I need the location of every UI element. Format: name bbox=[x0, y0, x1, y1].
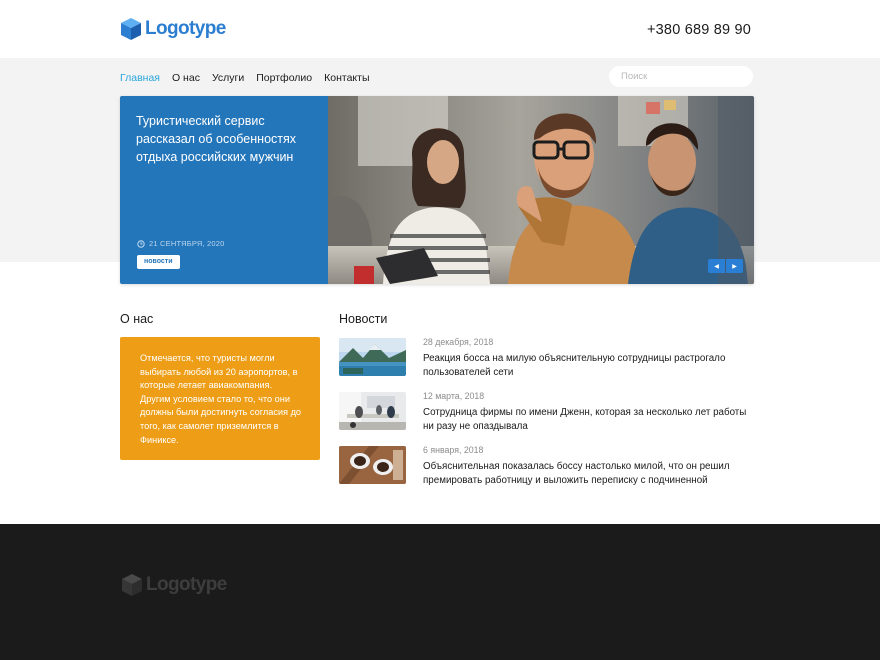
slide-date-text: 21 СЕНТЯБРЯ, 2020 bbox=[149, 239, 225, 248]
slide-photo bbox=[328, 96, 754, 284]
triangle-left-icon: ◀ bbox=[714, 263, 719, 270]
news-date: 28 декабря, 2018 bbox=[423, 337, 494, 347]
search-input[interactable] bbox=[609, 66, 753, 87]
news-headline[interactable]: Объяснительная показалась боссу настольк… bbox=[423, 460, 758, 488]
main-nav: Главная О нас Услуги Портфолио Контакты bbox=[120, 72, 370, 84]
news-item[interactable]: 6 января, 2018 Объяснительная показалась… bbox=[339, 445, 759, 499]
logo-text: Logotype bbox=[145, 18, 226, 39]
nav-item-portfolio[interactable]: Портфолио bbox=[256, 72, 312, 84]
news-item[interactable]: 12 марта, 2018 Сотрудница фирмы по имени… bbox=[339, 391, 759, 445]
news-date: 6 января, 2018 bbox=[423, 445, 484, 455]
slide-text-panel: Туристический сервис рассказал об особен… bbox=[120, 96, 328, 284]
news-date: 12 марта, 2018 bbox=[423, 391, 485, 401]
clock-icon bbox=[137, 239, 145, 248]
news-headline[interactable]: Реакция босса на милую объяснительную со… bbox=[423, 352, 758, 380]
triangle-right-icon: ▶ bbox=[732, 263, 737, 270]
nav-item-contacts[interactable]: Контакты bbox=[324, 72, 369, 84]
footer-logo-text: Logotype bbox=[146, 574, 227, 595]
slider-prev-button[interactable]: ◀ bbox=[708, 259, 725, 273]
news-item[interactable]: 28 декабря, 2018 Реакция босса на милую … bbox=[339, 337, 759, 391]
nav-item-home[interactable]: Главная bbox=[120, 72, 160, 84]
phone-number[interactable]: +380 689 89 90 bbox=[647, 22, 751, 38]
about-text: Отмечается, что туристы могли выбирать л… bbox=[140, 353, 302, 445]
cube-logo-icon bbox=[121, 18, 141, 40]
footer-logo[interactable]: Logotype bbox=[121, 573, 227, 597]
slide-tag-button[interactable]: новости bbox=[137, 255, 180, 269]
news-list: 28 декабря, 2018 Реакция босса на милую … bbox=[339, 337, 759, 499]
nav-item-about[interactable]: О нас bbox=[172, 72, 200, 84]
slide-title[interactable]: Туристический сервис рассказал об особен… bbox=[136, 112, 316, 166]
about-card: Отмечается, что туристы могли выбирать л… bbox=[120, 337, 320, 460]
news-thumb-mountain-lake[interactable] bbox=[339, 338, 406, 376]
slider-next-button[interactable]: ▶ bbox=[726, 259, 743, 273]
news-headline[interactable]: Сотрудница фирмы по имени Дженн, которая… bbox=[423, 406, 758, 434]
site-footer: Logotype bbox=[0, 524, 880, 660]
site-header: Logotype +380 689 89 90 bbox=[0, 0, 880, 58]
logo[interactable]: Logotype bbox=[120, 17, 226, 41]
news-thumb-office-interior[interactable] bbox=[339, 392, 406, 430]
slide-date: 21 СЕНТЯБРЯ, 2020 bbox=[137, 239, 225, 248]
nav-item-services[interactable]: Услуги bbox=[212, 72, 244, 84]
about-section-title: О нас bbox=[120, 312, 154, 326]
news-section-title: Новости bbox=[339, 312, 388, 326]
hero-slider: Туристический сервис рассказал об особен… bbox=[120, 96, 754, 284]
cube-logo-icon bbox=[122, 574, 142, 596]
slider-arrows: ◀ ▶ bbox=[708, 259, 743, 273]
news-thumb-coffee-cups[interactable] bbox=[339, 446, 406, 484]
